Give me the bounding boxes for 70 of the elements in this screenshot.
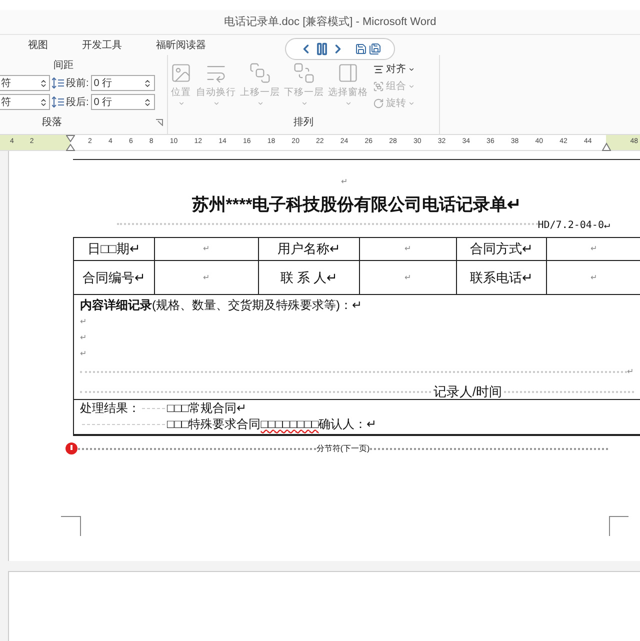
paragraph-mark: ↵ (341, 177, 348, 186)
ribbon-tab[interactable]: 开发工具 (80, 38, 124, 52)
caret-icon (256, 100, 264, 108)
result-label: 处理结果： (80, 400, 140, 416)
caret-icon (344, 100, 352, 108)
dialog-launcher-icon[interactable] (156, 119, 163, 126)
spin-arrows-icon[interactable] (142, 78, 152, 88)
table-cell-text: 联 系 人↵ (280, 268, 338, 287)
caret-icon (300, 100, 308, 108)
table-cell-text: 合同方式↵ (470, 240, 533, 258)
group-title: 排列 (292, 116, 314, 130)
spin-field[interactable]: 0 行 (90, 94, 155, 110)
indent-marker-icon[interactable] (66, 135, 75, 151)
table-cell: ↵ (404, 243, 412, 255)
pause-icon[interactable] (315, 42, 329, 56)
caret-icon (408, 100, 415, 107)
spin-arrows-icon[interactable] (39, 78, 48, 88)
misspelled-text: □□□□□□□□ (260, 416, 319, 432)
layers-icon (249, 62, 271, 84)
spin-arrows-icon[interactable] (39, 98, 48, 106)
spin-field[interactable]: 符 (0, 75, 50, 91)
spin-field[interactable]: 符 (0, 94, 50, 110)
table-cell-text: 合同编号↵ (82, 268, 146, 287)
document-title: 苏州****电子科技股份有限公司电话记录单↵ (192, 195, 522, 214)
recorder-label: 记录人/时间 (432, 383, 503, 401)
table-cell: ↵ (404, 272, 412, 284)
window-title: 电话记录单.doc [兼容模式] - Microsoft Word (224, 14, 436, 30)
layers-icon (293, 62, 315, 84)
caret-icon (212, 100, 220, 108)
table-cell: ↵ (203, 243, 210, 255)
ribbon-tab[interactable]: 福昕阅读器 (154, 38, 208, 52)
details-heading: 内容详细记录(规格、数量、交货期及特殊要求等)：↵ (80, 297, 363, 314)
option-text: 确认人：↵ (318, 416, 377, 432)
caret-icon (178, 100, 184, 108)
paragraph-mark: ↵ (80, 348, 88, 360)
panel-icon (337, 62, 359, 84)
spin-arrows-icon[interactable] (142, 98, 152, 106)
field-label: 段后: (66, 96, 89, 110)
table-cell-text: 联系电话↵ (470, 268, 533, 287)
option-text: □□□特殊要求合同 (167, 416, 261, 432)
paragraph-mark: ↵ (627, 366, 634, 378)
table-cell: ↵ (590, 272, 598, 284)
spacing-icon (52, 77, 64, 89)
field-label: 段前: (66, 76, 89, 90)
save-as-icon[interactable] (369, 43, 381, 55)
rotate-icon (373, 98, 384, 109)
spacing-icon (52, 96, 64, 108)
align-icon (373, 64, 384, 75)
table-cell-text: 日□□期↵ (88, 240, 140, 258)
caret-icon (408, 83, 415, 90)
picture-icon (170, 62, 192, 84)
group-title: 间距 (52, 59, 74, 73)
paragraph-mark: ↵ (80, 332, 88, 344)
group-title: 段落 (42, 116, 63, 130)
document-code: HD/7.2-04-0↵ (538, 219, 610, 233)
table-cell: ↵ (590, 243, 598, 255)
table-cell: ↵ (203, 272, 210, 284)
margin-corner-icon (61, 516, 81, 536)
ribbon-button[interactable]: 对齐 (373, 62, 415, 77)
option-text: □□□常规合同↵ (167, 400, 247, 416)
margin-corner-icon (609, 516, 629, 536)
paragraph-mark: ↵ (80, 316, 88, 328)
error-marker-icon (65, 442, 78, 455)
ribbon-tab[interactable]: 视图 (26, 38, 50, 52)
caret-icon (408, 66, 415, 73)
spin-field[interactable]: 0 行 (90, 75, 155, 91)
table-cell-text: 用户名称↵ (278, 240, 340, 258)
section-break-label: 分节符(下一页) (316, 442, 370, 454)
save-icon[interactable] (355, 43, 367, 55)
group-icon (373, 81, 384, 92)
